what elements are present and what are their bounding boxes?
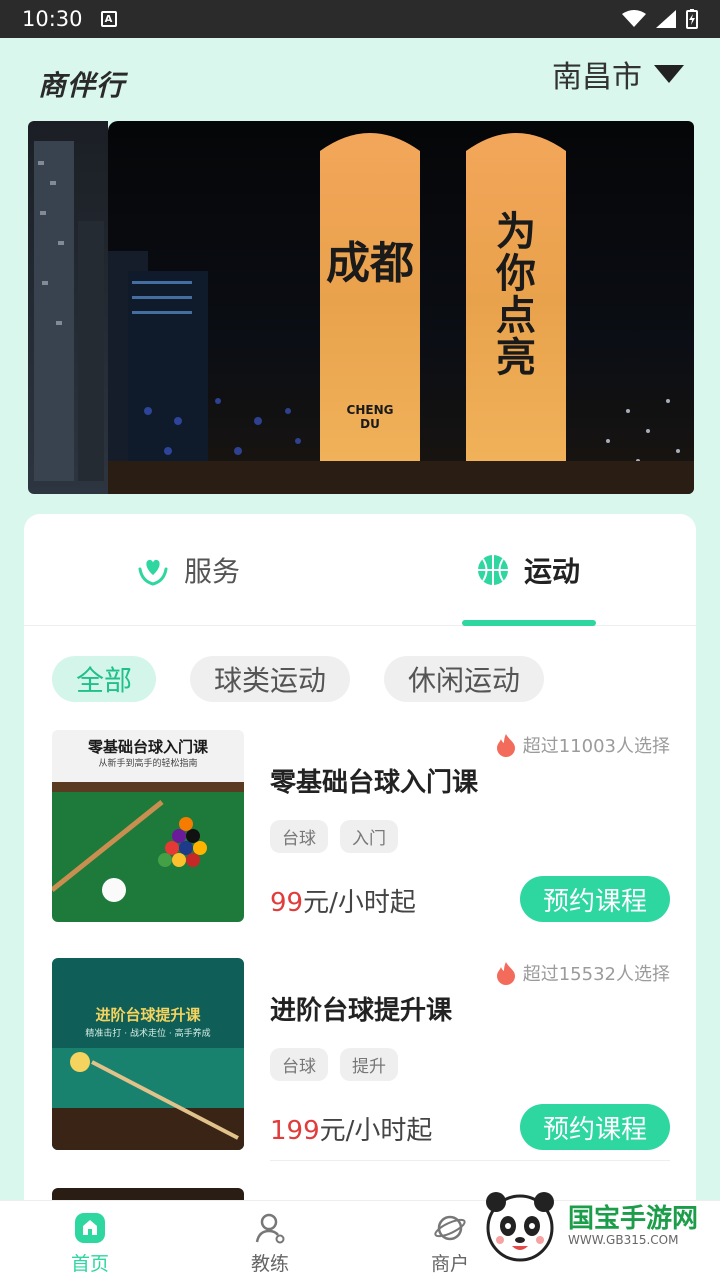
price-unit: 元/小时起 xyxy=(319,1116,433,1146)
nav-home-label: 首页 xyxy=(70,1253,109,1275)
banner-text-right: 为你点亮 xyxy=(496,208,536,381)
basketball-icon xyxy=(478,555,508,585)
popularity: 超过11003人选择 xyxy=(495,732,670,758)
banner-text-left: 成都 xyxy=(326,238,414,289)
filter-ball-sports[interactable]: 球类运动 xyxy=(190,656,351,702)
banner-caption-2: DU xyxy=(360,417,380,432)
filter-chips: 全部 球类运动 休闲运动 xyxy=(52,656,545,702)
panda-logo-icon xyxy=(486,1192,554,1262)
watermark-name: 国宝手游网 xyxy=(568,1204,699,1235)
course-item[interactable]: 进阶台球提升课 精准击打 · 战术走位 · 高手养成 超过15532人选择 进阶… xyxy=(52,958,670,1154)
course-tags: 台球 入门 xyxy=(270,820,398,853)
planet-icon xyxy=(434,1215,466,1241)
battery-icon xyxy=(686,9,698,29)
fire-icon xyxy=(496,734,515,757)
signal-icon xyxy=(656,10,676,28)
course-title: 零基础台球入门课 xyxy=(270,768,479,798)
banner-prev-slide xyxy=(28,121,108,494)
watermark-text: 国宝手游网 WWW.GB315.COM xyxy=(568,1205,698,1247)
book-course-button[interactable]: 预约课程 xyxy=(520,876,670,922)
price-unit: 元/小时起 xyxy=(303,888,416,918)
status-bar: 10:30 A xyxy=(0,0,720,38)
app-logo: 商伴行 xyxy=(38,69,126,102)
city-label: 南昌市 xyxy=(552,60,642,95)
dropdown-arrow-icon xyxy=(654,65,684,83)
tab-sport-label: 运动 xyxy=(524,555,581,588)
notification-icon: A xyxy=(100,11,117,27)
banner-image: 成都 CHENG DU 为你点亮 xyxy=(108,121,694,494)
price-value: 99 xyxy=(270,888,304,918)
course-tag: 提升 xyxy=(340,1048,398,1081)
course-thumbnail: 进阶台球提升课 精准击打 · 战术走位 · 高手养成 xyxy=(52,958,244,1150)
nav-coach-label: 教练 xyxy=(250,1253,289,1275)
banner-caption-1: CHENG xyxy=(346,403,394,417)
course-tag: 入门 xyxy=(340,820,398,853)
nav-home[interactable]: 首页 xyxy=(40,1211,140,1276)
thumb-subtitle: 精准击打 · 战术走位 · 高手养成 xyxy=(85,1029,211,1039)
banner-carousel[interactable]: 成都 CHENG DU 为你点亮 xyxy=(28,121,694,494)
course-thumbnail: 零基础台球入门课 从新手到高手的轻松指南 xyxy=(52,730,244,922)
site-watermark: 国宝手游网 WWW.GB315.COM xyxy=(480,1172,720,1280)
divider xyxy=(270,1160,670,1161)
popularity: 超过15532人选择 xyxy=(495,960,670,986)
course-title: 进阶台球提升课 xyxy=(270,996,453,1026)
book-course-button[interactable]: 预约课程 xyxy=(520,1104,670,1150)
app-bar: 商伴行 南昌市 xyxy=(0,38,720,118)
price-value: 199 xyxy=(270,1116,320,1146)
course-tag: 台球 xyxy=(270,1048,328,1081)
category-tabs: 服务 运动 xyxy=(24,514,696,626)
active-tab-indicator xyxy=(462,620,596,626)
filter-leisure-sports[interactable]: 休闲运动 xyxy=(384,656,545,702)
popularity-text: 超过11003人选择 xyxy=(522,736,670,757)
person-icon xyxy=(255,1213,285,1244)
popularity-text: 超过15532人选择 xyxy=(522,964,670,985)
thumb-title: 零基础台球入门课 xyxy=(87,738,208,756)
thumb-subtitle: 从新手到高手的轻松指南 xyxy=(98,759,198,769)
status-time: 10:30 xyxy=(22,7,83,31)
wifi-icon xyxy=(622,10,646,27)
course-tag: 台球 xyxy=(270,820,328,853)
home-icon xyxy=(75,1213,105,1243)
fire-icon xyxy=(496,962,515,985)
thumb-title: 进阶台球提升课 xyxy=(95,1006,201,1024)
course-item[interactable]: 零基础台球入门课 从新手到高手的轻松指南 超过11003人选择 零基础台球入门课… xyxy=(52,730,670,926)
course-price: 199元/小时起 xyxy=(270,1110,432,1147)
watermark-url: WWW.GB315.COM xyxy=(568,1232,679,1247)
heart-hands-icon xyxy=(138,559,168,586)
course-tags: 台球 提升 xyxy=(270,1048,398,1081)
tab-service-label: 服务 xyxy=(184,555,241,588)
content-card: 服务 运动 全部 球类运动 休闲运动 零基础台球入门课 从新手到高手的轻松指南 … xyxy=(24,514,696,1214)
filter-all[interactable]: 全部 xyxy=(52,656,157,702)
city-selector[interactable]: 南昌市 xyxy=(552,52,684,96)
tab-sport[interactable]: 运动 xyxy=(476,550,580,590)
nav-merchant-label: 商户 xyxy=(430,1253,469,1275)
course-price: 99元/小时起 xyxy=(270,882,416,919)
nav-coach[interactable]: 教练 xyxy=(220,1211,320,1276)
tab-service[interactable]: 服务 xyxy=(136,550,240,590)
